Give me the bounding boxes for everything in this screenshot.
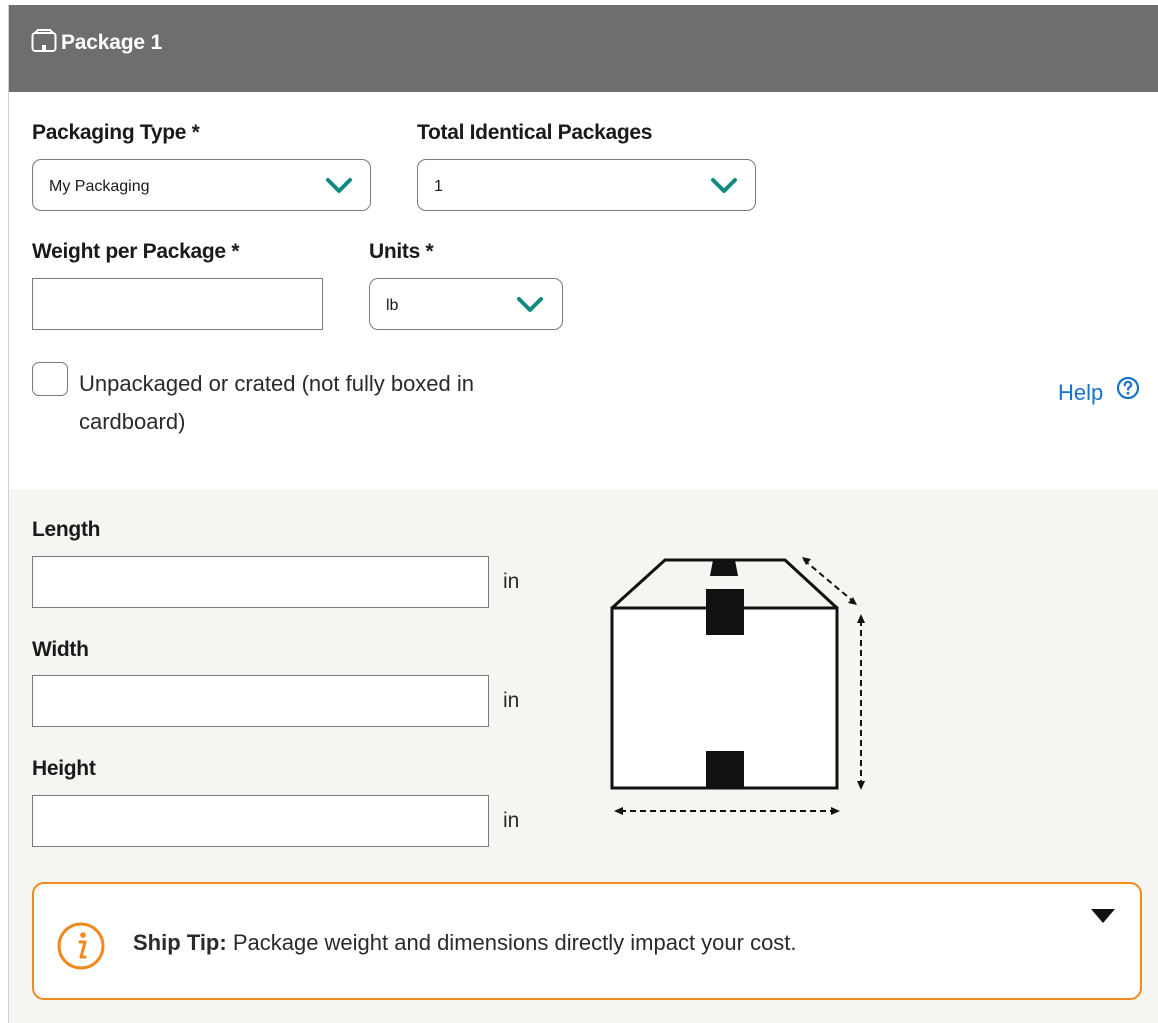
ship-tip-box: Ship Tip: Package weight and dimensions …: [32, 882, 1142, 1000]
ship-tip-body: Package weight and dimensions directly i…: [226, 930, 797, 955]
packaging-type-label: Packaging Type *: [32, 121, 200, 144]
height-input[interactable]: [32, 795, 489, 847]
length-unit: in: [503, 570, 520, 593]
caret-down-icon[interactable]: [1090, 908, 1116, 924]
unpackaged-label: Unpackaged or crated (not fully boxed in…: [79, 371, 475, 434]
units-select[interactable]: lb: [369, 278, 563, 330]
units-value: lb: [386, 297, 399, 314]
width-label: Width: [32, 638, 89, 661]
total-identical-value: 1: [434, 178, 443, 195]
total-identical-select[interactable]: 1: [417, 159, 756, 211]
width-unit: in: [503, 689, 520, 712]
package-header: Package 1: [9, 5, 1158, 92]
weight-label: Weight per Package *: [32, 240, 240, 263]
units-label: Units *: [369, 240, 434, 263]
question-circle-icon[interactable]: [1116, 376, 1140, 400]
unpackaged-checkbox[interactable]: [32, 362, 68, 396]
ship-tip-text: Ship Tip: Package weight and dimensions …: [133, 930, 797, 956]
weight-input[interactable]: [32, 278, 323, 330]
length-input[interactable]: [32, 556, 489, 608]
packaging-type-value: My Packaging: [49, 178, 150, 195]
ship-tip-prefix: Ship Tip:: [133, 930, 227, 955]
chevron-down-icon: [326, 178, 352, 193]
chevron-down-icon: [711, 178, 737, 193]
info-icon: [57, 922, 105, 970]
total-identical-label: Total Identical Packages: [417, 121, 653, 144]
package-title: Package 1: [61, 31, 162, 54]
help-link[interactable]: Help: [1058, 380, 1103, 406]
height-unit: in: [503, 809, 520, 832]
box-dimensions-illustration: [610, 557, 865, 815]
chevron-down-icon: [517, 297, 543, 312]
length-label: Length: [32, 518, 101, 541]
width-input[interactable]: [32, 675, 489, 727]
height-label: Height: [32, 757, 96, 780]
package-icon: [31, 29, 57, 52]
packaging-type-select[interactable]: My Packaging: [32, 159, 371, 211]
